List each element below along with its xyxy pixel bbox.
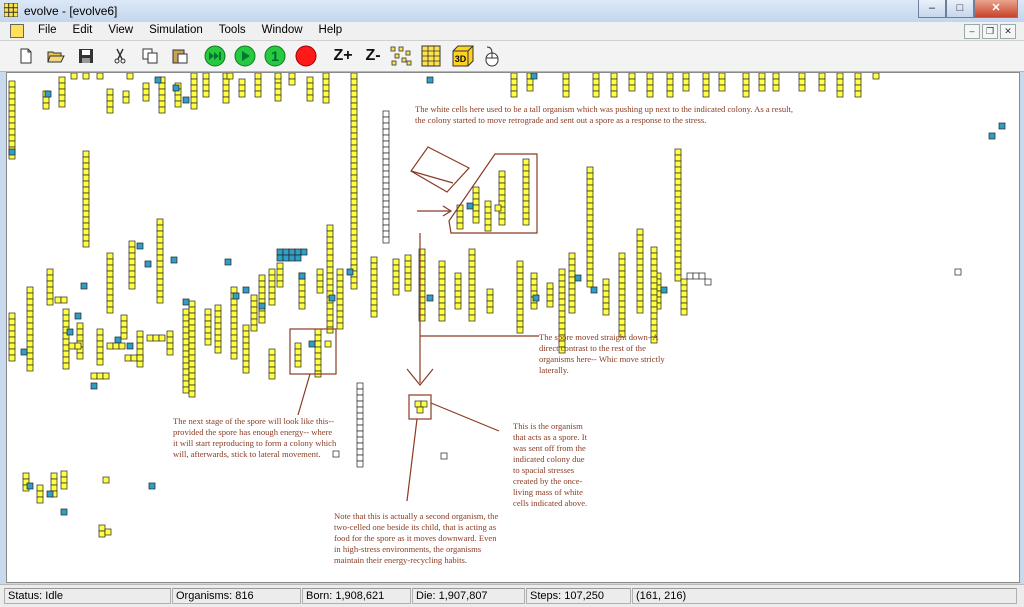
new-file-icon: [20, 48, 32, 64]
status-die: Die: 1,907,807: [412, 588, 525, 604]
menu-simulation[interactable]: Simulation: [141, 24, 211, 36]
view-3d-icon: 3D: [452, 45, 474, 67]
close-button[interactable]: ✕: [974, 0, 1018, 18]
window-controls: – □ ✕: [918, 0, 1018, 18]
scatter-view-button[interactable]: [389, 44, 413, 68]
copy-button[interactable]: [138, 44, 162, 68]
paste-icon: [172, 49, 188, 64]
status-bar: Status: Idle Organisms: 816 Born: 1,908,…: [0, 584, 1024, 607]
annotation-spore-moved: The spore moved straight down- A direct …: [539, 332, 665, 375]
status-steps: Steps: 107,250: [526, 588, 631, 604]
annotation-spore-organism: This is the organism that acts as a spor…: [513, 421, 588, 508]
menu-tools[interactable]: Tools: [211, 24, 254, 36]
minimize-button[interactable]: –: [918, 0, 946, 18]
status-born: Born: 1,908,621: [302, 588, 411, 604]
open-button[interactable]: [44, 44, 68, 68]
menu-file[interactable]: File: [30, 24, 65, 36]
spore-path-arrow: [406, 233, 434, 386]
mdi-restore-button[interactable]: ❐: [982, 24, 998, 39]
play-icon: [234, 45, 256, 67]
new-button[interactable]: [14, 44, 38, 68]
step-button[interactable]: 1: [263, 44, 287, 68]
menu-view[interactable]: View: [100, 24, 141, 36]
spore-highlight-box: [408, 394, 432, 420]
mouse-icon: [485, 46, 499, 67]
cut-button[interactable]: [108, 44, 132, 68]
menu-edit[interactable]: Edit: [65, 24, 101, 36]
stop-button[interactable]: [294, 44, 318, 68]
white-cells-arrow: [410, 170, 454, 184]
fast-forward-button[interactable]: [203, 44, 227, 68]
menu-window[interactable]: Window: [254, 24, 311, 36]
simulation-canvas[interactable]: The white cells here used to be a tall o…: [6, 72, 1020, 583]
mdi-controls: – ❐ ✕: [964, 24, 1016, 39]
spore-leader: [430, 402, 500, 432]
next-stage-box: [289, 328, 337, 375]
document-icon[interactable]: [10, 24, 24, 38]
colony-arrow: [417, 205, 453, 217]
zoom-in-button[interactable]: Z+: [328, 44, 358, 68]
colony-highlight-box: [448, 153, 538, 234]
window-title: evolve - [evolve6]: [24, 4, 118, 18]
status-coords: (161, 216): [632, 588, 1017, 604]
mdi-minimize-button[interactable]: –: [964, 24, 980, 39]
mdi-close-button[interactable]: ✕: [1000, 24, 1016, 39]
menu-bar: File Edit View Simulation Tools Window H…: [0, 22, 1024, 41]
zoom-out-icon: Z-: [365, 47, 381, 64]
paste-button[interactable]: [168, 44, 192, 68]
copy-icon: [142, 48, 158, 64]
play-button[interactable]: [233, 44, 257, 68]
grid-scatter-icon: [390, 46, 412, 66]
open-folder-icon: [47, 51, 65, 63]
status-organisms: Organisms: 816: [172, 588, 301, 604]
white-cells-arrow-shape: [410, 146, 470, 193]
stop-icon: [295, 45, 317, 67]
fast-forward-icon: [204, 45, 226, 67]
annotation-white-cells: The white cells here used to be a tall o…: [415, 104, 794, 125]
grid-view-button[interactable]: [419, 44, 443, 68]
annotation-next-stage: The next stage of the spore will look li…: [173, 416, 337, 459]
next-stage-leader: [297, 373, 311, 416]
maximize-button[interactable]: □: [946, 0, 974, 18]
toolbar: 1 Z+ Z- 3D: [0, 41, 1024, 72]
svg-text:1: 1: [271, 48, 279, 64]
save-button[interactable]: [74, 44, 98, 68]
mouse-mode-button[interactable]: [480, 44, 504, 68]
app-grid-icon: [4, 3, 18, 17]
grid-icon: [421, 45, 441, 67]
title-bar: evolve - [evolve6] – □ ✕: [0, 0, 1024, 23]
view-3d-button[interactable]: 3D: [450, 44, 476, 68]
status-state: Status: Idle: [4, 588, 171, 604]
cut-scissors-icon: [114, 48, 126, 64]
zoom-in-icon: Z+: [333, 47, 353, 64]
save-disk-icon: [79, 49, 93, 63]
annotation-second-organism: Note that this is actually a second orga…: [334, 511, 499, 565]
svg-text:3D: 3D: [455, 54, 467, 64]
step-one-icon: 1: [264, 45, 286, 67]
menu-help[interactable]: Help: [311, 24, 351, 36]
second-org-leader: [406, 418, 418, 502]
zoom-out-button[interactable]: Z-: [358, 44, 388, 68]
